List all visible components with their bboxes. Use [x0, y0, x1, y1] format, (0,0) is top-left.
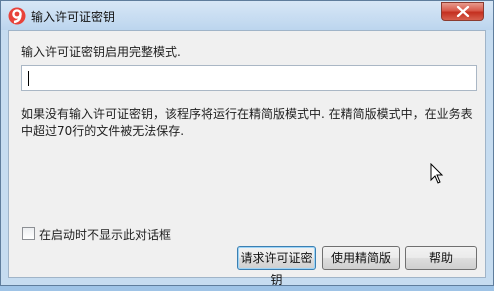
dont-show-checkbox[interactable] [22, 227, 35, 240]
text-caret [28, 71, 29, 86]
close-icon [456, 6, 470, 17]
license-dialog: 输入许可证密钥 输入许可证密钥启用完整模式. 如果没有输入许可证密钥，该程序将运… [0, 0, 494, 287]
close-button[interactable] [441, 2, 484, 21]
license-prompt: 输入许可证密钥启用完整模式. [21, 45, 181, 59]
mouse-pointer-icon [430, 163, 444, 184]
use-lite-button[interactable]: 使用精简版 [322, 246, 400, 270]
request-license-button[interactable]: 请求许可证密钥 [237, 246, 316, 287]
title-bar[interactable]: 输入许可证密钥 [1, 1, 493, 30]
license-key-input[interactable] [21, 65, 477, 91]
app-logo-9-icon [8, 7, 26, 25]
help-button[interactable]: 帮助 [405, 246, 477, 270]
dont-show-label[interactable]: 在启动时不显示此对话框 [39, 226, 171, 243]
window-title: 输入许可证密钥 [31, 10, 116, 24]
lite-mode-description: 如果没有输入许可证密钥，该程序将运行在精简版模式中. 在精简版模式中，在业务表中… [21, 107, 473, 138]
dialog-body: 输入许可证密钥启用完整模式. 如果没有输入许可证密钥，该程序将运行在精简版模式中… [8, 30, 486, 287]
